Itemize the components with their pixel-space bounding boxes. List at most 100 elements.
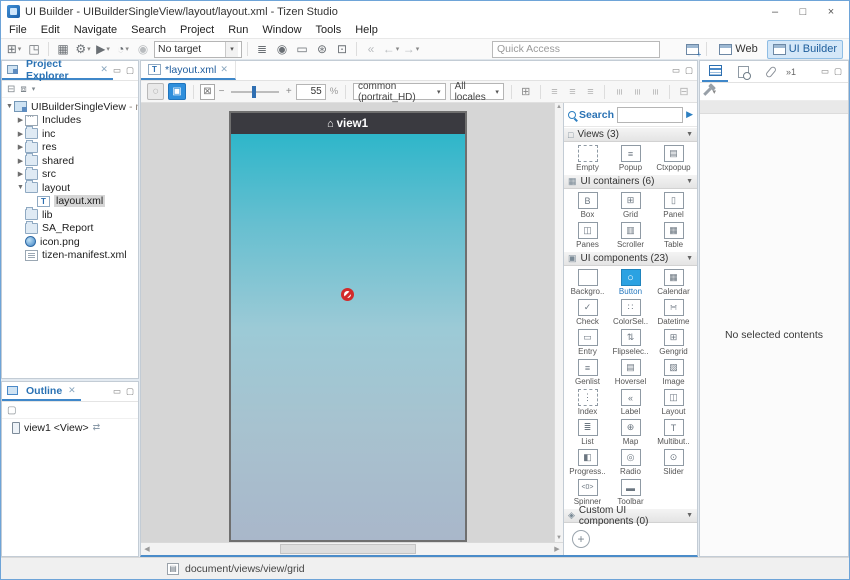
palette-item-slider[interactable]: ⊙ Slider	[652, 448, 695, 477]
palette-item-calendar[interactable]: ▦ Calendar	[652, 268, 695, 297]
zoom-slider-thumb[interactable]	[252, 86, 256, 98]
tab-outline[interactable]: Outline ✕	[2, 382, 81, 401]
zoom-slider[interactable]	[231, 91, 278, 93]
tree-row-sa-report[interactable]: SA_Report	[2, 222, 138, 236]
resolution-select[interactable]: common (portrait_HD) ▾	[353, 83, 446, 100]
collapse-section-icon[interactable]: ▼	[686, 255, 693, 262]
palette-item-box[interactable]: B Box	[566, 191, 609, 220]
menu-help[interactable]: Help	[355, 24, 378, 36]
minimize-panel-icon[interactable]: ▭	[113, 386, 121, 397]
maximize-icon[interactable]: □	[789, 3, 817, 21]
fit-to-window-icon[interactable]: ⊠	[200, 84, 214, 100]
palette-item-colorselector[interactable]: ∷ ColorSel..	[609, 298, 652, 327]
more-tabs-indicator[interactable]: »1	[786, 67, 796, 77]
palette-item-list[interactable]: ≣ List	[566, 418, 609, 447]
palette-item-grid[interactable]: ⊞ Grid	[609, 191, 652, 220]
tree-row-includes[interactable]: ▶ Includes	[2, 114, 138, 128]
certificate-manager-icon[interactable]: ⊛	[313, 40, 331, 58]
minimize-editor-icon[interactable]: ▭	[672, 65, 680, 76]
pin-icon[interactable]	[703, 87, 711, 95]
tree-row-layout[interactable]: ▼ layout	[2, 181, 138, 195]
tree-row-shared[interactable]: ▶ shared	[2, 154, 138, 168]
new-wizard-icon[interactable]: ⊞	[5, 40, 23, 58]
zoom-in-icon[interactable]: +	[286, 86, 292, 97]
minimize-panel-icon[interactable]: ▭	[821, 66, 829, 77]
palette-item-progressbar[interactable]: ◧ Progress..	[566, 448, 609, 477]
tree-row-src[interactable]: ▶ src	[2, 168, 138, 182]
palette-item-radio[interactable]: ◎ Radio	[609, 448, 652, 477]
tab-properties[interactable]	[702, 61, 728, 82]
canvas-horizontal-scrollbar[interactable]: ◀ ▶	[141, 542, 563, 555]
canvas-vertical-scrollbar[interactable]: ▲ ▼	[554, 103, 563, 542]
close-icon[interactable]: ×	[817, 3, 845, 21]
palette-item-toolbar[interactable]: ▬ Toolbar	[609, 478, 652, 507]
minimize-icon[interactable]: –	[761, 3, 789, 21]
tab-attachments[interactable]	[758, 61, 784, 82]
menu-search[interactable]: Search	[131, 24, 166, 36]
palette-search-input[interactable]	[617, 107, 683, 123]
chevron-down-icon[interactable]: ▾	[225, 42, 238, 57]
grid-toggle-icon[interactable]: ⊞	[519, 85, 533, 98]
menu-run[interactable]: Run	[228, 24, 248, 36]
close-icon[interactable]: ✕	[100, 64, 108, 75]
minimize-panel-icon[interactable]: ▭	[113, 65, 121, 76]
design-canvas[interactable]: ⌂ view1	[141, 103, 554, 542]
palette-item-table[interactable]: ▦ Table	[652, 221, 695, 250]
tree-row-inc[interactable]: ▶ inc	[2, 127, 138, 141]
palette-item-flipselector[interactable]: ⇅ Flipselec..	[609, 328, 652, 357]
collapse-section-icon[interactable]: ▼	[686, 131, 693, 138]
section-custom-ui-components[interactable]: ◈ Custom UI components (0) ▼	[564, 508, 697, 523]
collapse-all-icon[interactable]: ⊟	[7, 84, 15, 95]
forward-icon[interactable]: →	[402, 40, 420, 58]
console-icon[interactable]: ▭	[293, 40, 311, 58]
web-perspective-button[interactable]: Web	[714, 40, 762, 59]
tab-project-explorer[interactable]: Project Explorer ✕	[2, 61, 113, 80]
menu-project[interactable]: Project	[180, 24, 214, 36]
menu-window[interactable]: Window	[262, 24, 301, 36]
menu-file[interactable]: File	[9, 24, 27, 36]
palette-item-popup[interactable]: ≡ Popup	[609, 144, 652, 173]
palette-item-datetime[interactable]: ∺ Datetime	[652, 298, 695, 327]
ui-builder-perspective-button[interactable]: UI Builder	[767, 40, 843, 59]
section-ui-containers[interactable]: ▦ UI containers (6) ▼	[564, 174, 697, 189]
tree-row-lib[interactable]: lib	[2, 208, 138, 222]
file-search-icon[interactable]: ⊡	[333, 40, 351, 58]
palette-item-multibuttonentry[interactable]: T Multibut..	[652, 418, 695, 447]
quick-access-input[interactable]	[492, 41, 660, 58]
palette-item-panes[interactable]: ◫ Panes	[566, 221, 609, 250]
tree-row-project[interactable]: ▼ UIBuilderSingleView - mobile-4.0	[2, 100, 138, 114]
search-go-icon[interactable]: ▶	[686, 109, 693, 120]
menu-edit[interactable]: Edit	[41, 24, 60, 36]
palette-item-map[interactable]: ⊕ Map	[609, 418, 652, 447]
palette-item-scroller[interactable]: ▥ Scroller	[609, 221, 652, 250]
close-icon[interactable]: ✕	[220, 64, 228, 75]
back-icon[interactable]: ←	[382, 40, 400, 58]
scrollbar-thumb[interactable]	[280, 544, 415, 554]
open-perspective-icon[interactable]	[686, 44, 699, 55]
outline-item-view1[interactable]: view1 <View> ⇄	[2, 421, 138, 435]
profile-icon[interactable]: ◔	[114, 40, 132, 58]
scroll-right-icon[interactable]: ▶	[551, 545, 563, 553]
open-project-icon[interactable]: ◳	[25, 40, 43, 58]
scroll-left-icon[interactable]: ◀	[141, 545, 153, 553]
maximize-panel-icon[interactable]: ▢	[834, 66, 842, 77]
debug-icon[interactable]: ⚙	[74, 40, 92, 58]
tab-preview[interactable]	[730, 61, 756, 82]
tree-row-icon-png[interactable]: icon.png	[2, 235, 138, 249]
scroll-up-icon[interactable]: ▲	[556, 104, 562, 110]
zoom-level-input[interactable]	[296, 84, 326, 100]
palette-item-hoversel[interactable]: ▤ Hoversel	[609, 358, 652, 387]
scroll-down-icon[interactable]: ▼	[556, 535, 562, 541]
collapse-section-icon[interactable]: ▼	[686, 178, 693, 185]
palette-item-background[interactable]: Backgro..	[566, 268, 609, 297]
source-view-button[interactable]: ◌	[147, 83, 164, 100]
palette-item-button[interactable]: ○ Button	[609, 268, 652, 297]
palette-item-panel[interactable]: ▯ Panel	[652, 191, 695, 220]
view-menu-icon[interactable]: ▾	[32, 85, 36, 93]
palette-item-check[interactable]: ✓ Check	[566, 298, 609, 327]
palette-item-entry[interactable]: ▭ Entry	[566, 328, 609, 357]
palette-item-ctxpopup[interactable]: ▤ Ctxpopup	[652, 144, 695, 173]
tree-row-layout-xml[interactable]: layout.xml	[2, 195, 138, 209]
maximize-editor-icon[interactable]: ▢	[685, 65, 693, 76]
zoom-out-icon[interactable]: −	[219, 86, 225, 97]
